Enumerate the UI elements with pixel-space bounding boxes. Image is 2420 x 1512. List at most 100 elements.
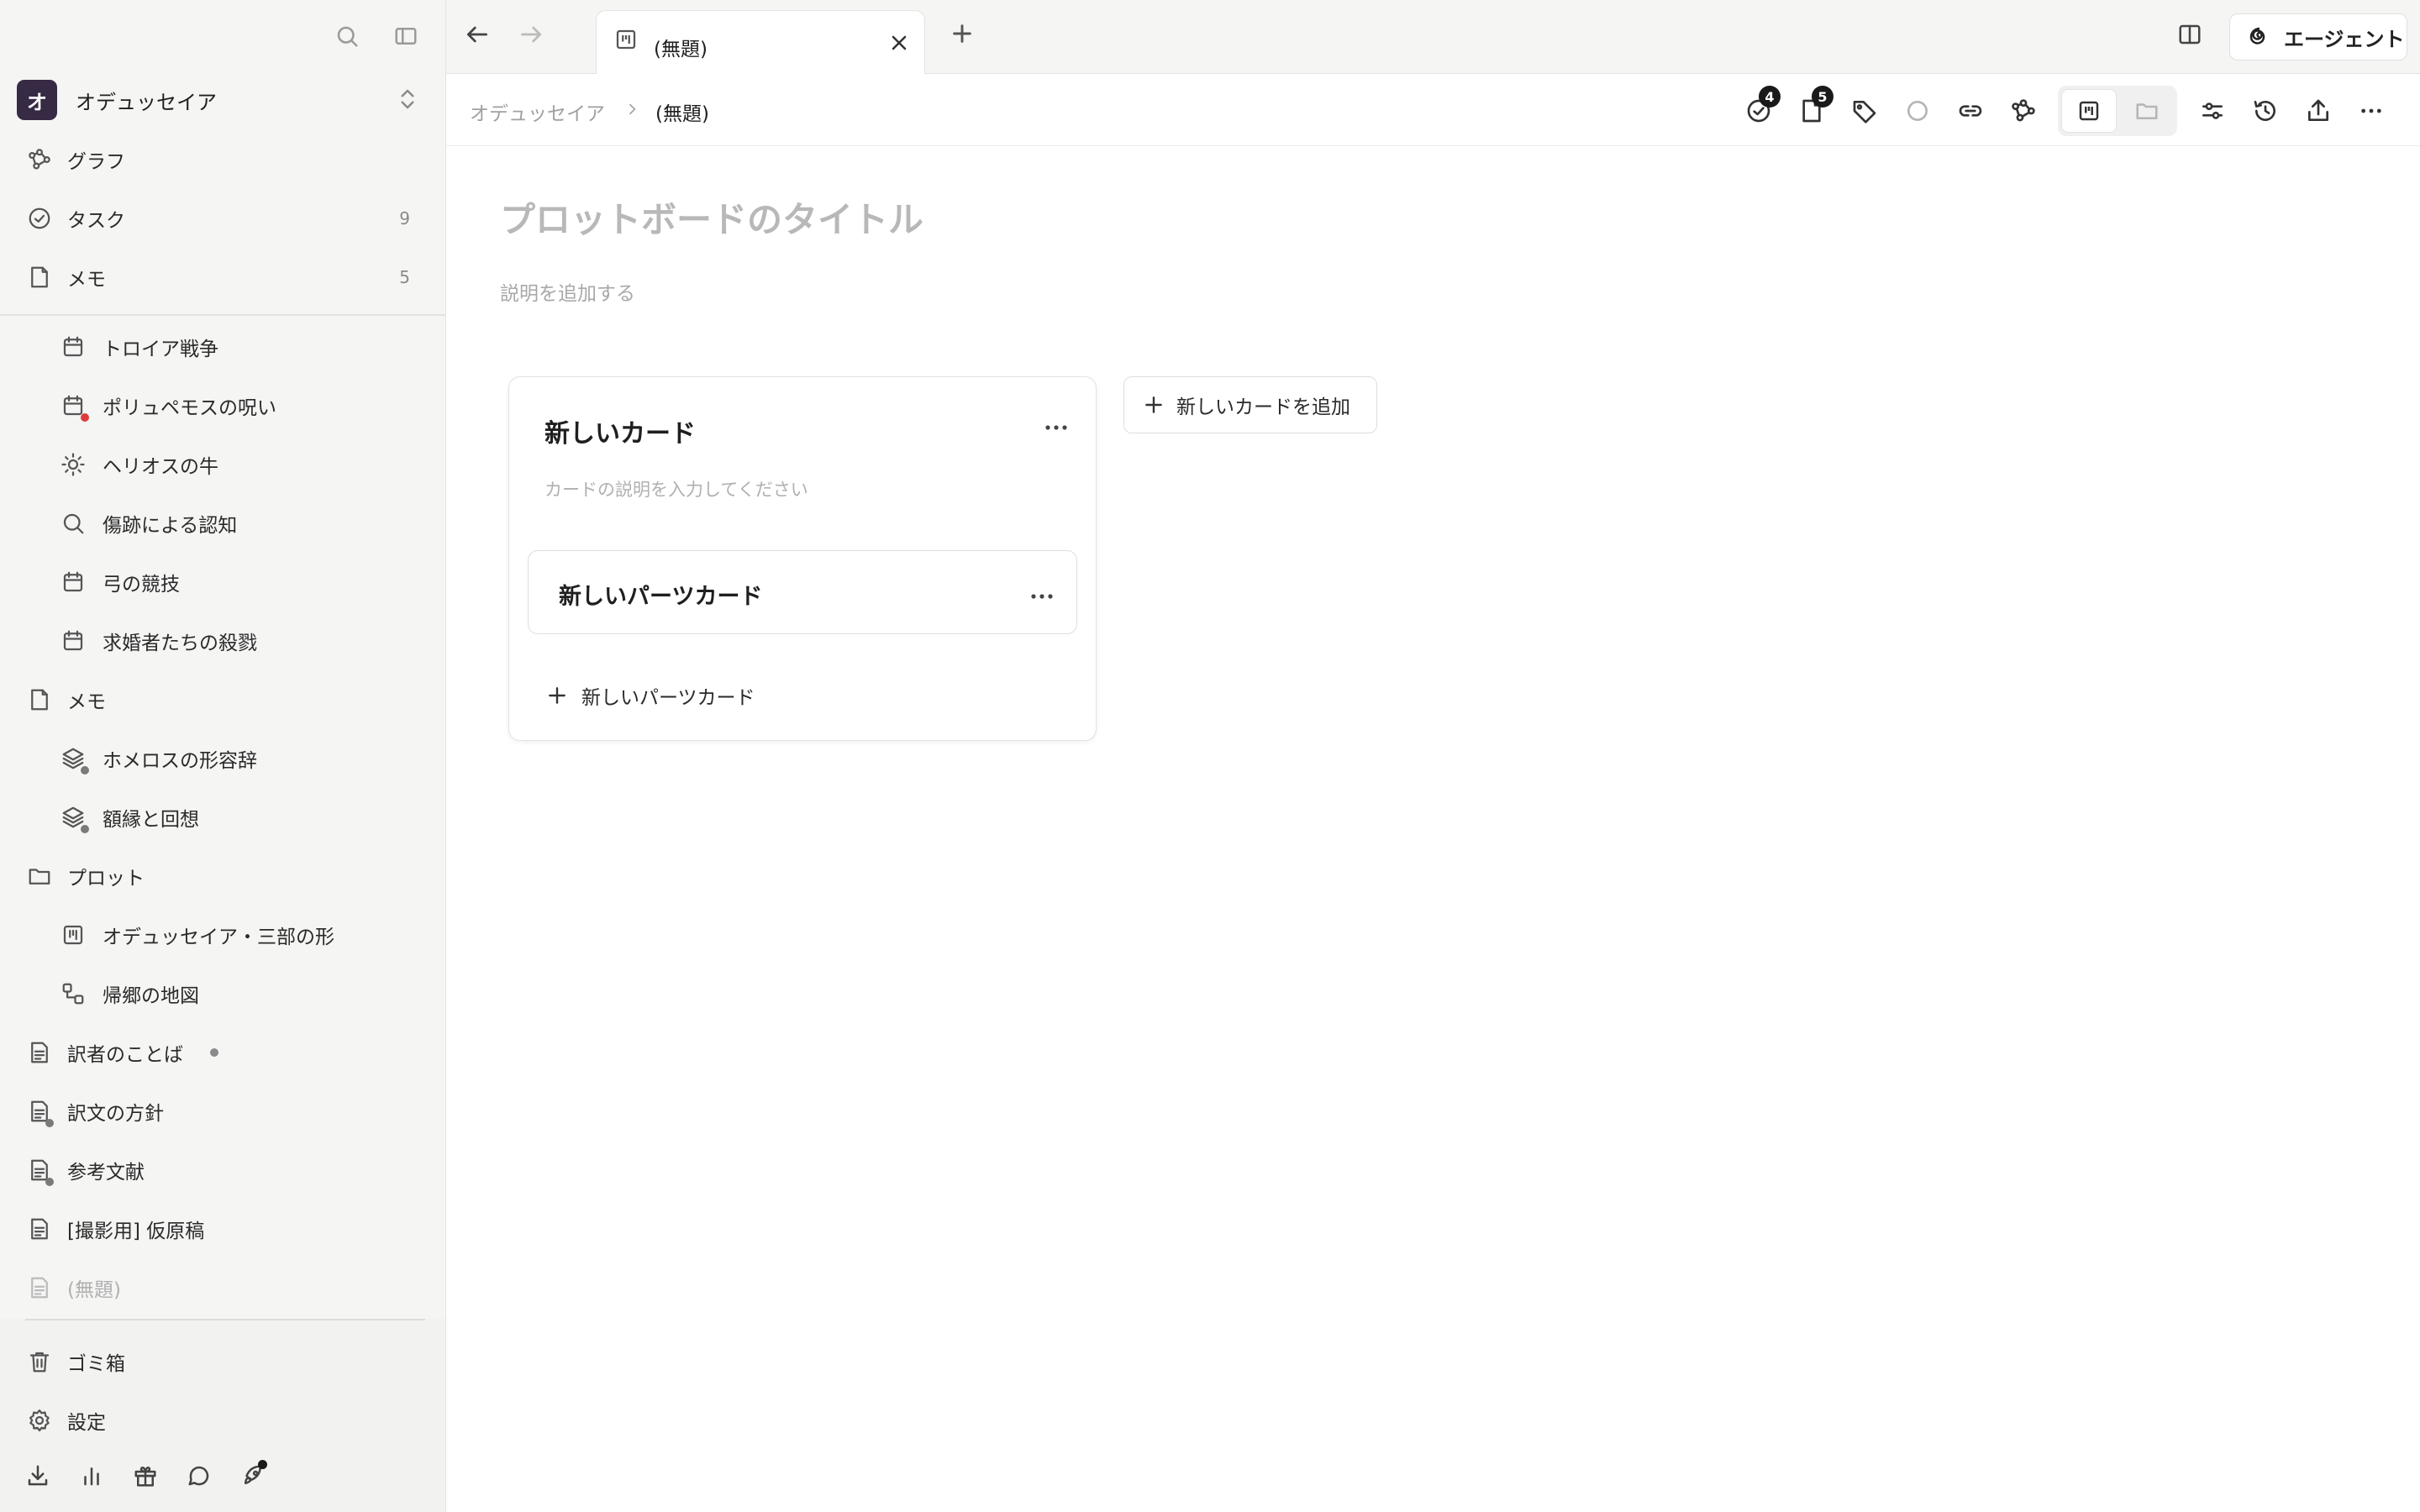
calendar-icon <box>59 568 87 596</box>
download-icon[interactable] <box>24 1462 52 1490</box>
sidebar-item-frame[interactable]: 額縁と回想 <box>0 788 445 847</box>
back-button[interactable] <box>463 20 492 49</box>
status-dot <box>81 825 89 833</box>
sidebar-item-graph[interactable]: グラフ <box>0 130 445 189</box>
sidebar-item-label: ヘリオスの牛 <box>103 456 218 478</box>
rocket-icon[interactable] <box>239 1460 267 1490</box>
card-title[interactable]: 新しいカード <box>544 412 696 449</box>
graph-icon <box>25 145 54 174</box>
search-icon <box>59 509 87 538</box>
sidebar-item-label: (無題) <box>67 1279 121 1301</box>
link-icon[interactable] <box>1954 94 1987 128</box>
tag-icon[interactable] <box>1848 94 1881 128</box>
breadcrumb: オデュッセイア (無題) <box>470 97 709 126</box>
sidebar-item-suitors[interactable]: 求婚者たちの殺戮 <box>0 612 445 670</box>
document-icon <box>25 1273 54 1302</box>
add-part-card-button[interactable]: 新しいパーツカード <box>546 681 755 710</box>
page-toolbar: オデュッセイア (無題) 4 5 <box>446 74 2420 146</box>
sidebar-item-trojan-war[interactable]: トロイア戦争 <box>0 318 445 376</box>
status-circle-icon[interactable] <box>1901 94 1934 128</box>
sidebar-divider <box>25 1319 425 1320</box>
sidebar-item-label: 弓の競技 <box>103 574 180 596</box>
part-card[interactable]: 新しいパーツカード <box>528 550 1077 634</box>
card-description-input[interactable]: カードの説明を入力してください <box>544 476 808 501</box>
sidebar-item-plot-folder[interactable]: プロット <box>0 847 445 906</box>
folder-view-button[interactable] <box>2120 89 2174 133</box>
workspace-switcher[interactable]: オ オデュッセイア <box>17 79 420 121</box>
tab-active[interactable]: (無題) <box>596 10 925 75</box>
sidebar-item-label: プロット <box>67 868 145 890</box>
stats-icon[interactable] <box>77 1462 106 1490</box>
graph-icon[interactable] <box>2007 94 2040 128</box>
sidebar-item-epithets[interactable]: ホメロスの形容辞 <box>0 729 445 788</box>
calendar-icon <box>59 627 87 655</box>
add-card-button[interactable]: 新しいカードを追加 <box>1123 376 1377 433</box>
sidebar-item-label: 訳文の方針 <box>67 1103 164 1125</box>
sidebar-item-label: トロイア戦争 <box>103 339 218 360</box>
board-title-input[interactable]: プロットボードのタイトル <box>500 192 923 243</box>
board-description-input[interactable]: 説明を追加する <box>500 277 635 306</box>
sidebar-item-references[interactable]: 参考文献 <box>0 1141 445 1200</box>
part-card-more-icon[interactable] <box>1029 588 1055 604</box>
main-area: (無題) エージェント オデュッセイア (無題) 4 5 プロットボードのタイト… <box>445 0 2420 1512</box>
sidebar-item-memo[interactable]: メモ <box>0 670 445 729</box>
sidebar-item-label: 求婚者たちの殺戮 <box>103 633 257 654</box>
document-icon <box>25 1038 54 1067</box>
gift-icon[interactable] <box>131 1462 160 1490</box>
sidebar-item-untitled[interactable]: (無題) <box>0 1258 445 1317</box>
sun-icon <box>59 450 87 479</box>
sidebar-item-homecoming-map[interactable]: 帰郷の地図 <box>0 964 445 1023</box>
count-badge: 5 <box>399 267 410 287</box>
sidebar-item-helios[interactable]: ヘリオスの牛 <box>0 435 445 494</box>
sidebar-item-tasks[interactable]: タスク 9 <box>0 189 445 248</box>
board-view-button[interactable] <box>2061 89 2117 133</box>
more-icon[interactable] <box>2354 94 2388 128</box>
gear-icon <box>25 1406 54 1435</box>
history-icon[interactable] <box>2249 94 2282 128</box>
status-dot <box>45 1178 54 1186</box>
sidebar-item-polyphemus[interactable]: ポリュペモスの呪い <box>0 376 445 435</box>
tasks-button[interactable]: 4 <box>1742 86 1781 128</box>
notes-button[interactable]: 5 <box>1795 86 1833 128</box>
chat-icon[interactable] <box>185 1462 213 1490</box>
split-view-icon[interactable] <box>2175 20 2204 49</box>
sliders-icon[interactable] <box>2196 94 2229 128</box>
sidebar-item-label: ホメロスの形容辞 <box>103 750 257 772</box>
sidebar-item-label: 訳者のことば <box>67 1044 183 1066</box>
sidebar-item-draft[interactable]: [撮影用] 仮原稿 <box>0 1200 445 1258</box>
board-card[interactable]: 新しいカード カードの説明を入力してください 新しいパーツカード 新しいパーツカ… <box>508 376 1097 741</box>
sidebar-item-translation-policy[interactable]: 訳文の方針 <box>0 1082 445 1141</box>
sidebar-item-trash[interactable]: ゴミ箱 <box>0 1332 445 1391</box>
new-tab-button[interactable] <box>949 20 976 50</box>
board-icon <box>59 921 87 949</box>
note-icon <box>25 685 54 714</box>
sidebar-toggle-icon[interactable] <box>392 22 420 50</box>
sidebar-item-settings[interactable]: 設定 <box>0 1391 445 1450</box>
share-icon[interactable] <box>2302 94 2335 128</box>
part-card-title[interactable]: 新しいパーツカード <box>559 578 762 611</box>
agent-button[interactable]: エージェント <box>2229 13 2407 60</box>
status-dot <box>81 766 89 774</box>
sidebar-item-bow-contest[interactable]: 弓の競技 <box>0 553 445 612</box>
breadcrumb-parent[interactable]: オデュッセイア <box>470 97 605 126</box>
sidebar-top-actions <box>333 22 420 50</box>
search-icon[interactable] <box>333 22 361 50</box>
close-icon[interactable] <box>887 31 911 58</box>
sidebar-item-label: グラフ <box>67 151 125 173</box>
plus-icon <box>549 687 566 704</box>
agent-label: エージェント <box>2284 27 2405 51</box>
sidebar-item-label: 額縁と回想 <box>103 809 199 831</box>
document-icon <box>25 1215 54 1243</box>
breadcrumb-current: (無題) <box>655 103 709 125</box>
card-more-icon[interactable] <box>1044 419 1069 435</box>
sidebar-footer-actions <box>24 1460 267 1490</box>
sidebar-item-translator-note[interactable]: 訳者のことば <box>0 1023 445 1082</box>
sidebar-item-notes[interactable]: メモ 5 <box>0 248 445 307</box>
folder-icon <box>2136 103 2158 119</box>
sidebar-item-three-part[interactable]: オデュッセイア・三部の形 <box>0 906 445 964</box>
trash-icon <box>25 1347 54 1376</box>
workspace-name: オデュッセイア <box>76 90 217 114</box>
forward-button[interactable] <box>517 20 545 49</box>
sidebar-item-scar[interactable]: 傷跡による認知 <box>0 494 445 553</box>
sidebar-item-label: タスク <box>67 210 125 232</box>
